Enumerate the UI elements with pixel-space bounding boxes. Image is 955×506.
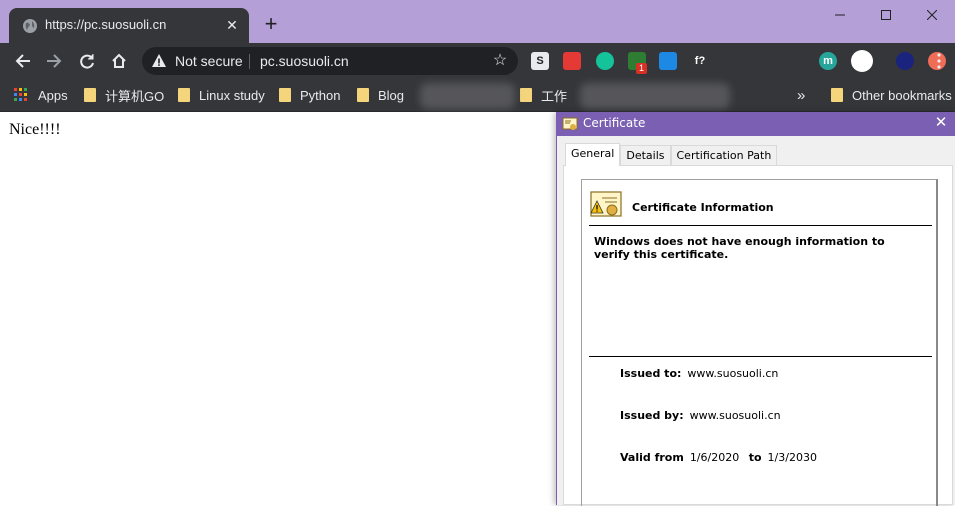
minimize-button[interactable] xyxy=(817,0,863,30)
bookmark-folder[interactable]: Linux study xyxy=(178,86,265,104)
certificate-dialog: Certificate ✕ General Details Certificat… xyxy=(556,112,955,506)
bookmark-label: Linux study xyxy=(199,87,265,103)
bookmark-apps[interactable]: Apps xyxy=(14,86,68,104)
folder-icon xyxy=(357,88,369,102)
redacted-bookmark xyxy=(580,83,730,109)
valid-to-value: 1/3/2030 xyxy=(767,451,817,464)
bookmark-label: 工作 xyxy=(541,88,568,104)
bookmark-label: Blog xyxy=(378,87,405,103)
issued-to-value: www.suosuoli.cn xyxy=(687,367,779,380)
extension-badge: 1 xyxy=(636,63,648,74)
tab-general[interactable]: General xyxy=(565,143,621,166)
valid-from-value: 1/6/2020 xyxy=(689,451,740,464)
bookmark-label: Other bookmarks xyxy=(852,87,952,103)
home-button[interactable] xyxy=(107,49,131,73)
bookmark-other[interactable]: Other bookmarks xyxy=(831,86,952,104)
validity-row: Valid from 1/6/2020 to 1/3/2030 xyxy=(620,451,817,464)
address-bar[interactable]: Not secure pc.suosuoli.cn ☆ xyxy=(142,47,518,75)
security-status[interactable]: Not secure xyxy=(175,53,243,69)
reload-icon xyxy=(80,54,94,69)
window-controls xyxy=(817,0,955,30)
extension-icon[interactable] xyxy=(659,52,677,70)
bookmark-folder[interactable]: Python xyxy=(279,86,340,104)
omnibox-divider xyxy=(249,54,250,69)
certificate-info-box: Certificate Information Windows does not… xyxy=(581,179,938,506)
certificate-icon xyxy=(562,117,578,130)
extension-icon[interactable]: m xyxy=(819,52,837,70)
extension-icon[interactable] xyxy=(787,52,805,70)
page-body-text: Nice!!!! xyxy=(9,121,61,138)
bookmark-folder[interactable]: 工作 xyxy=(520,86,567,104)
dialog-title: Certificate xyxy=(583,116,646,130)
bookmark-label: 计算机GO xyxy=(105,88,165,104)
tab-close-icon[interactable]: ✕ xyxy=(223,16,241,34)
folder-icon xyxy=(520,88,532,102)
close-icon xyxy=(927,10,937,20)
browser-tab[interactable]: https://pc.suosuoli.cn ✕ xyxy=(9,8,249,43)
browser-toolbar: Not secure pc.suosuoli.cn ☆ S 1 f? m xyxy=(0,43,955,79)
dialog-title-bar: Certificate ✕ xyxy=(557,112,955,136)
extension-icon[interactable]: f? xyxy=(691,52,709,70)
issued-by-row: Issued by: www.suosuoli.cn xyxy=(620,409,781,422)
extension-icon[interactable] xyxy=(755,52,773,70)
reload-button[interactable] xyxy=(75,49,99,73)
general-panel: Certificate Information Windows does not… xyxy=(563,165,953,506)
close-window-button[interactable] xyxy=(909,0,955,30)
bookmark-folder[interactable]: 计算机GO xyxy=(84,86,164,104)
arrow-left-icon xyxy=(15,54,30,68)
tab-certification-path[interactable]: Certification Path xyxy=(670,145,778,166)
title-bar: https://pc.suosuoli.cn ✕ + xyxy=(0,0,955,43)
extension-icon[interactable] xyxy=(851,50,873,72)
dialog-close-icon[interactable]: ✕ xyxy=(933,115,949,131)
url-text[interactable]: pc.suosuoli.cn xyxy=(260,53,349,69)
folder-icon xyxy=(178,88,190,102)
back-button[interactable] xyxy=(11,49,35,73)
dialog-tabs: General Details Certification Path xyxy=(565,143,778,166)
bookmarks-overflow[interactable]: » xyxy=(797,86,805,104)
folder-icon xyxy=(84,88,96,102)
issued-to-row: Issued to: www.suosuoli.cn xyxy=(620,367,778,380)
extension-icon[interactable] xyxy=(896,52,914,70)
home-icon xyxy=(112,53,126,68)
tab-details[interactable]: Details xyxy=(620,145,671,166)
warning-icon[interactable] xyxy=(151,53,167,69)
bookmark-star-icon[interactable]: ☆ xyxy=(491,52,509,70)
divider xyxy=(589,356,932,357)
folder-icon xyxy=(279,88,291,102)
arrow-right-icon xyxy=(47,54,62,68)
tab-title: https://pc.suosuoli.cn xyxy=(45,17,167,32)
globe-icon xyxy=(23,19,37,33)
bookmark-label: Apps xyxy=(38,87,68,103)
verification-warning: Windows does not have enough information… xyxy=(594,235,885,261)
extension-icon[interactable] xyxy=(596,52,614,70)
bookmark-label: Python xyxy=(300,87,341,103)
maximize-icon xyxy=(881,10,891,20)
issued-by-value: www.suosuoli.cn xyxy=(689,409,781,422)
redacted-bookmark xyxy=(420,83,515,109)
extension-icon[interactable]: S xyxy=(531,52,549,70)
maximize-button[interactable] xyxy=(863,0,909,30)
extension-icon[interactable] xyxy=(563,52,581,70)
valid-from-label: Valid from xyxy=(620,451,684,464)
divider xyxy=(589,225,932,226)
menu-icon[interactable] xyxy=(937,53,941,69)
issued-to-label: Issued to: xyxy=(620,367,682,380)
apps-grid-icon xyxy=(14,88,27,101)
certificate-warning-icon xyxy=(590,191,622,217)
forward-button[interactable] xyxy=(42,49,66,73)
issued-by-label: Issued by: xyxy=(620,409,684,422)
new-tab-button[interactable]: + xyxy=(260,13,282,35)
info-title: Certificate Information xyxy=(632,201,774,214)
folder-icon xyxy=(831,88,843,102)
bookmark-folder[interactable]: Blog xyxy=(357,86,404,104)
valid-to-label: to xyxy=(748,451,762,464)
extension-icon[interactable] xyxy=(723,52,741,70)
minimize-icon xyxy=(835,14,845,16)
